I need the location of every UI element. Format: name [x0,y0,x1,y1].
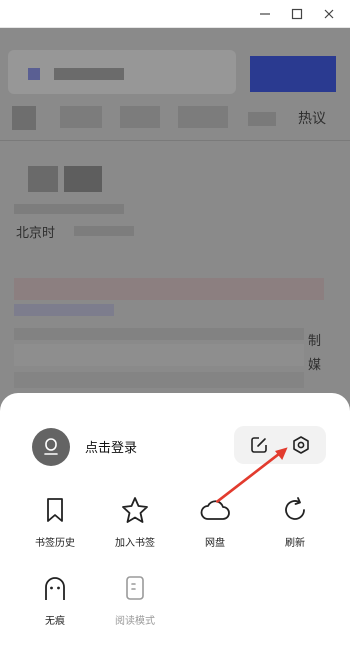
tile-label: 无痕 [45,616,65,627]
blurred-news-row [14,278,324,300]
bookmark-history-button[interactable]: 书签历史 [23,494,87,554]
cloud-icon [199,494,231,526]
blurred-weather [64,166,102,192]
blurred-news-row [14,344,304,366]
tile-label: 阅读模式 [115,616,155,627]
maximize-icon[interactable] [284,4,310,24]
side-char: 媒 [308,358,322,373]
blurred-news-row [14,304,114,316]
location-text: 北京时 [16,226,56,241]
reader-mode-button[interactable]: 阅读模式 [103,572,167,632]
blurred-search-button [250,56,336,92]
blurred-news-row [14,372,304,388]
blurred-nav-item [178,106,228,128]
incognito-icon [39,572,71,604]
window-titlebar [0,0,350,28]
blurred-weather [28,166,58,192]
cloud-drive-button[interactable]: 网盘 [183,494,247,554]
add-bookmark-button[interactable]: 加入书签 [103,494,167,554]
reader-mode-icon [119,572,151,604]
tile-label: 加入书签 [115,538,155,549]
quick-actions-pill [234,426,326,464]
side-char: 制 [308,334,322,349]
blurred-line [74,226,134,236]
settings-icon[interactable] [290,434,312,456]
login-label[interactable]: 点击登录 [85,437,137,456]
incognito-button[interactable]: 无痕 [23,572,87,632]
tab-trending: 热议 [298,111,326,127]
blurred-nav-item [248,112,276,126]
close-icon[interactable] [316,4,342,24]
tile-label: 书签历史 [35,538,75,549]
tile-label: 刷新 [285,538,305,549]
bookmark-icon [39,494,71,526]
user-avatar-icon[interactable] [32,428,70,466]
blurred-nav-item [12,106,36,130]
blurred-nav-item [120,106,160,128]
blurred-nav-item [60,106,102,128]
tile-label: 网盘 [205,538,225,549]
blurred-search-text [54,68,124,80]
refresh-button[interactable]: 刷新 [263,494,327,554]
blurred-line [14,204,124,214]
refresh-icon [279,494,311,526]
star-icon [119,494,151,526]
nav-divider [0,140,350,141]
blurred-news-row [14,328,304,340]
blurred-search-icon [28,68,40,80]
edit-icon[interactable] [248,434,270,456]
minimize-icon[interactable] [252,4,278,24]
